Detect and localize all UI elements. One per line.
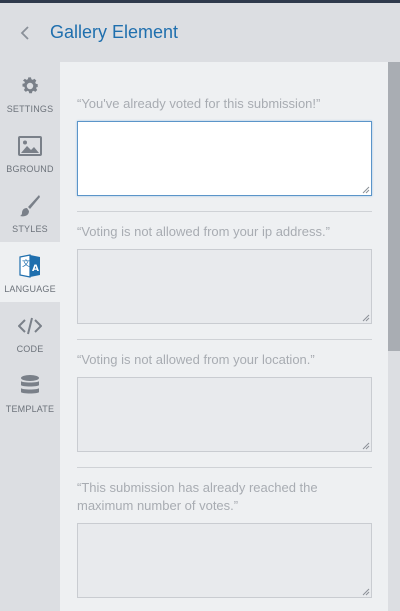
resize-grip-icon[interactable] xyxy=(362,314,370,322)
sidebar: SETTINGS BGROUND STYLES 文 A LANGUAGE COD… xyxy=(0,62,60,611)
max-votes-reached-input[interactable] xyxy=(77,523,372,598)
field-max-votes-reached: “This submission has already reached the… xyxy=(77,479,372,598)
page-title: Gallery Element xyxy=(50,22,179,42)
resize-grip-icon[interactable] xyxy=(362,442,370,450)
svg-text:A: A xyxy=(32,264,39,274)
code-icon xyxy=(18,314,42,338)
brush-icon xyxy=(18,194,42,218)
header: Gallery Element xyxy=(0,3,400,62)
sidebar-item-label: BGROUND xyxy=(6,164,54,174)
sidebar-item-label: SETTINGS xyxy=(6,104,54,114)
database-icon xyxy=(18,374,42,398)
svg-text:文: 文 xyxy=(22,258,30,268)
sidebar-item-settings[interactable]: SETTINGS xyxy=(0,62,60,122)
image-icon xyxy=(18,134,42,158)
sidebar-item-template[interactable]: TEMPLATE xyxy=(0,362,60,422)
divider xyxy=(77,339,372,340)
ip-not-allowed-input[interactable] xyxy=(77,249,372,324)
field-location-not-allowed: “Voting is not allowed from your locatio… xyxy=(77,351,372,452)
sidebar-item-code[interactable]: CODE xyxy=(0,302,60,362)
resize-grip-icon[interactable] xyxy=(362,186,370,194)
sidebar-item-styles[interactable]: STYLES xyxy=(0,182,60,242)
gear-icon xyxy=(18,74,42,98)
divider xyxy=(77,211,372,212)
scrollbar-thumb[interactable] xyxy=(388,62,400,351)
field-label: “Voting is not allowed from your locatio… xyxy=(77,352,315,367)
resize-grip-icon[interactable] xyxy=(362,588,370,596)
translate-icon: 文 A xyxy=(18,254,42,278)
sidebar-item-bground[interactable]: BGROUND xyxy=(0,122,60,182)
sidebar-item-label: STYLES xyxy=(12,224,48,234)
field-label: “You've already voted for this submissio… xyxy=(77,96,321,111)
sidebar-item-label: TEMPLATE xyxy=(5,404,55,414)
field-label: “Voting is not allowed from your ip addr… xyxy=(77,224,330,239)
sidebar-item-language[interactable]: 文 A LANGUAGE xyxy=(0,242,60,302)
sidebar-item-label: CODE xyxy=(16,344,44,354)
language-panel: “You've already voted for this submissio… xyxy=(60,62,388,611)
sidebar-item-label: LANGUAGE xyxy=(4,284,56,294)
chevron-left-icon xyxy=(20,25,29,40)
field-label: “This submission has already reached the… xyxy=(77,480,318,513)
back-button[interactable] xyxy=(0,3,50,62)
divider xyxy=(77,467,372,468)
field-already-voted: “You've already voted for this submissio… xyxy=(77,95,372,196)
already-voted-input[interactable] xyxy=(77,121,372,196)
location-not-allowed-input[interactable] xyxy=(77,377,372,452)
field-ip-not-allowed: “Voting is not allowed from your ip addr… xyxy=(77,223,372,324)
scrollbar[interactable] xyxy=(388,62,400,611)
